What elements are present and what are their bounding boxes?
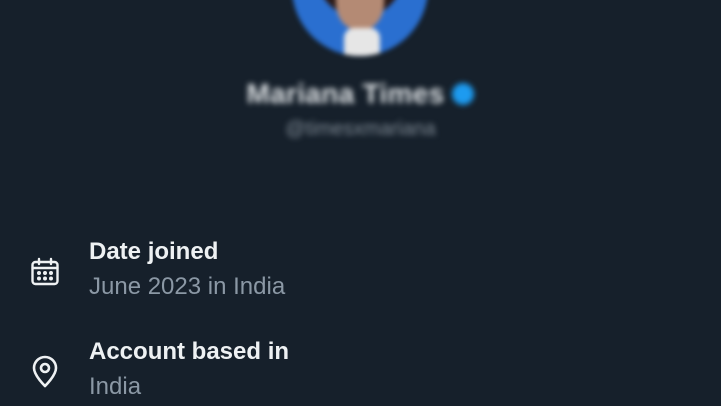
location-pin-icon [28,355,62,389]
account-based-in-row: Account based in India [28,337,289,402]
avatar-face [336,0,384,30]
date-joined-label: Date joined [89,238,219,265]
profile-avatar[interactable] [292,0,428,56]
account-based-in-text: Account based in India [89,337,289,402]
about-account-screen: Mariana Times @timesxmariana Date joined… [0,0,721,406]
profile-handle: @timesxmariana [285,118,436,140]
account-based-in-value: India [89,373,142,400]
avatar-shirt [344,28,380,56]
date-joined-text: Date joined June 2023 in India [89,237,285,302]
verified-badge-icon [452,83,475,105]
profile-name-row: Mariana Times [0,78,721,110]
date-joined-row: Date joined June 2023 in India [28,237,285,302]
account-based-in-label: Account based in [89,338,290,365]
calendar-icon [28,255,62,289]
profile-display-name: Mariana Times [246,78,445,109]
date-joined-value: June 2023 in India [89,273,286,300]
